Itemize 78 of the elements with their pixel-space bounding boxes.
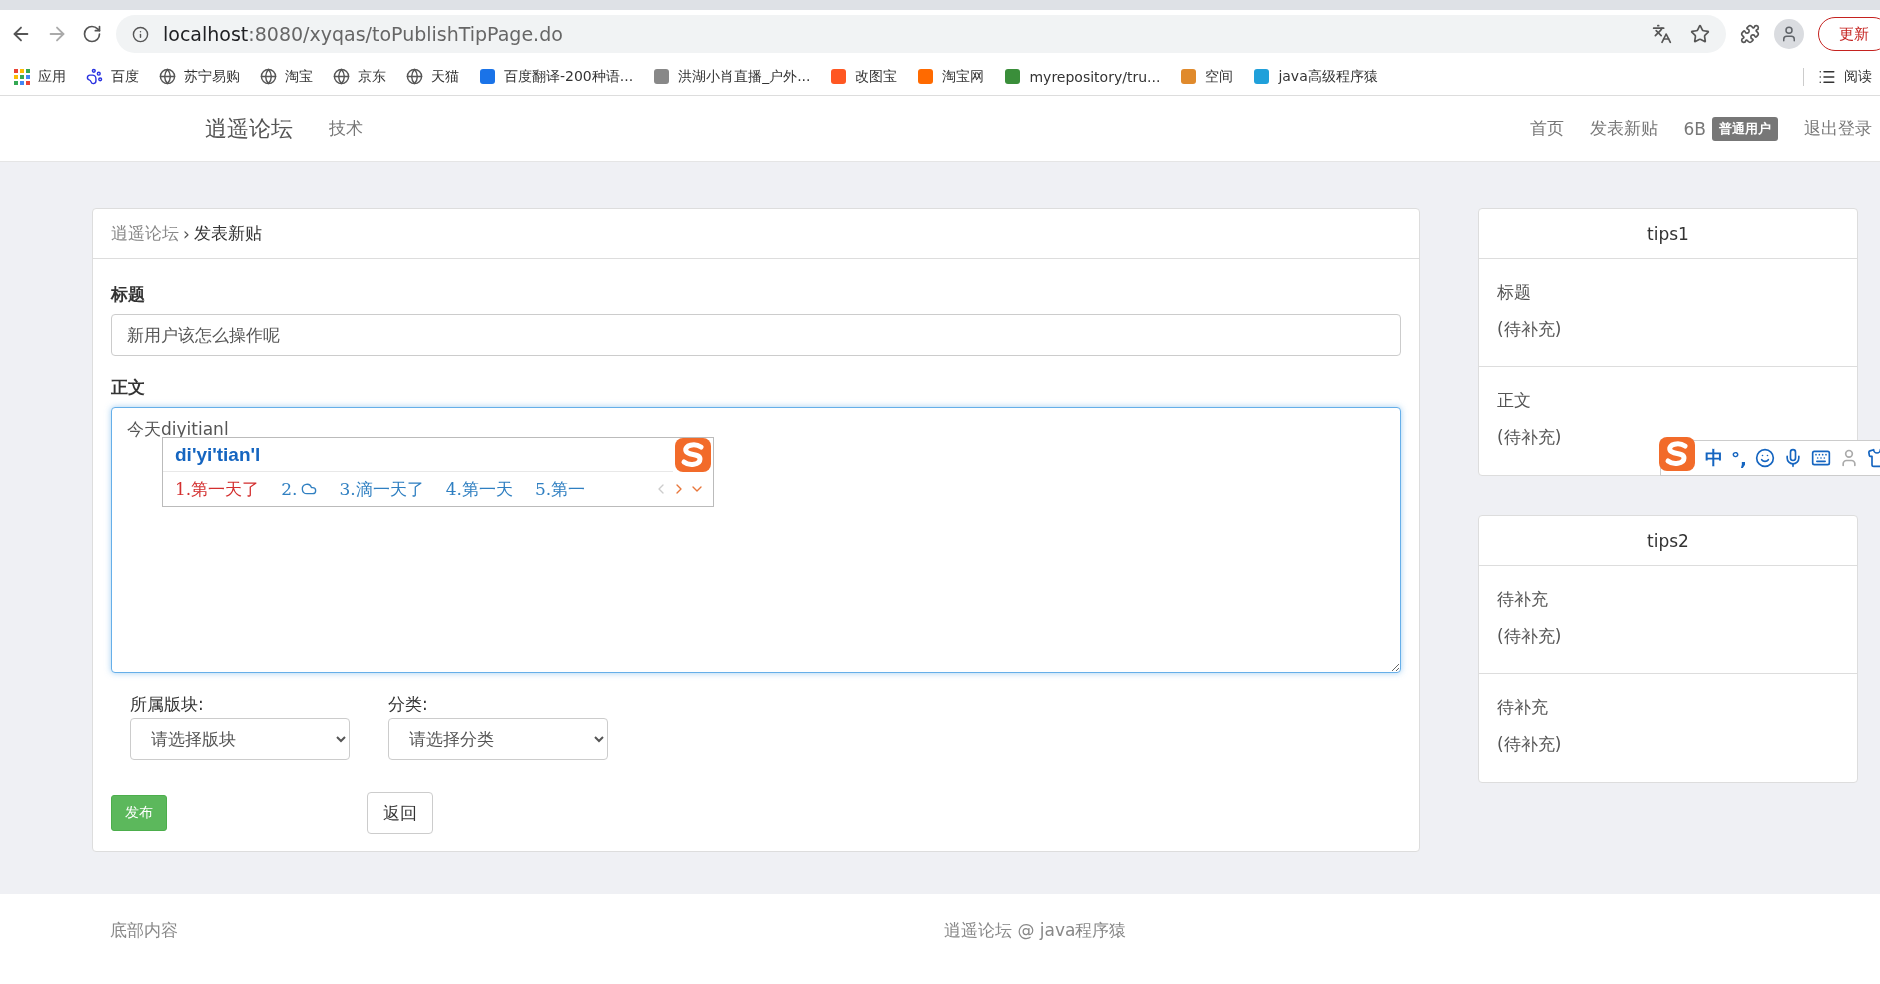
tip-label: 标题: [1497, 281, 1531, 304]
site-brand[interactable]: 逍遥论坛: [205, 113, 293, 144]
tip-value: (待补充): [1497, 426, 1562, 449]
back-button[interactable]: 返回: [367, 792, 433, 834]
ime-composition: di'yi'tian'l: [163, 438, 673, 472]
select-field[interactable]: 请选择版块: [130, 718, 350, 760]
site-icon: [479, 68, 496, 85]
bookmark-link[interactable]: 改图宝: [855, 67, 898, 86]
site-icon: [1253, 68, 1271, 85]
input-mode-toggle[interactable]: 中: [1705, 446, 1723, 470]
bookmark-link[interactable]: 天猫: [431, 67, 459, 86]
select-label: 分类:: [388, 693, 429, 716]
tip-value: (待补充): [1497, 625, 1562, 648]
nav-link[interactable]: 技术: [329, 117, 363, 140]
bookmark-link[interactable]: 淘宝网: [942, 67, 985, 86]
info-icon[interactable]: [132, 25, 149, 43]
card-title: tips2: [1647, 530, 1689, 551]
bookmark-link[interactable]: java高级程序猿: [1278, 67, 1378, 86]
field-label: 标题: [111, 283, 146, 306]
bookmark-link[interactable]: 苏宁易购: [184, 67, 240, 86]
bookmark-link[interactable]: 空间: [1205, 67, 1234, 86]
cloud-icon: [301, 481, 318, 497]
nav-link[interactable]: 发表新贴: [1589, 117, 1658, 140]
breadcrumb-link[interactable]: 发表新贴: [193, 222, 262, 245]
site-icon: [1180, 68, 1198, 85]
field-label: 正文: [111, 376, 146, 399]
reload-icon[interactable]: [82, 24, 102, 44]
globe-icon: [159, 68, 176, 85]
shirt-icon[interactable]: [1866, 448, 1880, 468]
translate-icon[interactable]: [1652, 24, 1672, 44]
bookmark-link[interactable]: 京东: [358, 67, 386, 86]
address-bar[interactable]: localhost:8080/xyqas/toPublishTipPage.do: [116, 15, 1726, 53]
select-field[interactable]: 请选择分类: [388, 718, 608, 760]
apps-grid-icon: [14, 68, 30, 85]
bookmark-link[interactable]: 淘宝: [285, 67, 313, 86]
candidate-option[interactable]: 2.: [281, 479, 318, 499]
user-name[interactable]: 6B: [1683, 118, 1706, 139]
select-label: 所属版块:: [130, 693, 205, 716]
globe-icon: [406, 68, 423, 85]
breadcrumb-separator: ›: [183, 223, 190, 244]
candidate-option[interactable]: 4.第一天: [445, 477, 513, 501]
site-icon: [917, 68, 935, 85]
puzzle-icon[interactable]: [1740, 24, 1760, 44]
tip-value: (待补充): [1497, 733, 1562, 756]
nav-link[interactable]: 首页: [1529, 117, 1564, 140]
title-input[interactable]: 新用户该怎么操作呢: [111, 314, 1401, 356]
bookmark-link[interactable]: 洪湖小肖直播_户外...: [678, 67, 811, 86]
breadcrumb-link[interactable]: 逍遥论坛: [111, 222, 179, 245]
footer-text: 底部内容: [110, 918, 178, 942]
smiley-icon[interactable]: [1754, 448, 1775, 468]
site-icon: [1004, 68, 1022, 85]
candidate-option[interactable]: 5.第一: [534, 477, 586, 501]
profile-icon[interactable]: [1780, 25, 1798, 43]
paw-icon: [86, 68, 103, 85]
star-icon[interactable]: [1690, 24, 1710, 44]
url-text: localhost:8080/xyqas/toPublishTipPage.do: [163, 23, 563, 45]
site-icon: [653, 68, 671, 85]
footer-text: 逍遥论坛 @ java程序猿: [944, 918, 1127, 942]
tip-label: 正文: [1497, 389, 1531, 412]
globe-icon: [260, 68, 277, 85]
tip-label: 待补充: [1497, 588, 1548, 611]
bookmark-link[interactable]: 百度: [111, 67, 139, 86]
globe-icon: [333, 68, 350, 85]
role-badge: 普通用户: [1712, 116, 1778, 141]
candidate-option[interactable]: 1.第一天了: [175, 477, 260, 501]
punctuation-toggle[interactable]: °,: [1731, 447, 1747, 469]
bookmark-link[interactable]: myrepository/tru...: [1029, 68, 1161, 85]
tip-label: 待补充: [1497, 696, 1548, 719]
bookmark-link[interactable]: 百度翻译-200种语...: [504, 67, 634, 86]
update-button[interactable]: 更新: [1818, 17, 1880, 51]
site-icon: [830, 68, 848, 85]
reading-list-link[interactable]: 阅读: [1844, 67, 1872, 86]
keyboard-icon[interactable]: [1810, 448, 1831, 468]
card-title: tips1: [1647, 223, 1689, 244]
logout-link[interactable]: 退出登录: [1804, 117, 1872, 140]
candidate-option[interactable]: 3.滴一天了: [339, 477, 424, 501]
tip-value: (待补充): [1497, 318, 1562, 341]
bookmark-link[interactable]: 应用: [38, 67, 66, 86]
